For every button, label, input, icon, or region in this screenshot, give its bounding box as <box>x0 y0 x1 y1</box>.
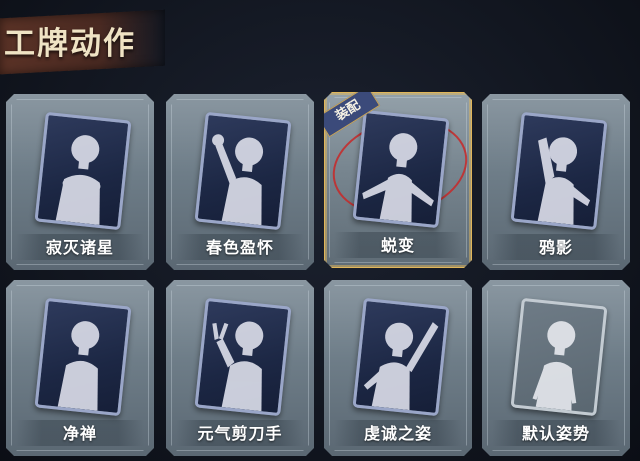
action-label: 春色盈怀 <box>205 238 274 257</box>
action-card-3-equipped[interactable]: 装配 蜕变 <box>324 92 472 268</box>
action-label: 蜕变 <box>380 236 415 255</box>
action-label: 鸦影 <box>538 238 573 257</box>
action-label: 虔诚之姿 <box>363 424 432 443</box>
page-title: 工牌动作 <box>4 26 136 62</box>
silhouette-portrait <box>34 297 132 417</box>
action-card-2[interactable]: 春色盈怀 <box>166 94 314 270</box>
silhouette-portrait <box>194 297 292 417</box>
action-card-5[interactable]: 净禅 <box>6 280 154 456</box>
page-header: 工牌动作 <box>0 0 200 80</box>
action-card-4[interactable]: 鸦影 <box>482 94 630 270</box>
action-card-7[interactable]: 虔诚之姿 <box>324 280 472 456</box>
action-label: 元气剪刀手 <box>197 424 283 443</box>
action-card-1[interactable]: 寂灭诸星 <box>6 94 154 270</box>
silhouette-portrait <box>34 111 132 231</box>
action-card-6[interactable]: 元气剪刀手 <box>166 280 314 456</box>
action-label: 净禅 <box>62 424 97 443</box>
action-label: 默认姿势 <box>521 424 590 443</box>
action-card-8[interactable]: 默认姿势 <box>482 280 630 456</box>
silhouette-portrait <box>194 111 292 231</box>
silhouette-portrait <box>352 297 450 417</box>
silhouette-portrait <box>510 111 608 231</box>
silhouette-portrait <box>352 109 450 229</box>
silhouette-portrait <box>510 297 608 417</box>
action-label: 寂灭诸星 <box>45 238 114 257</box>
